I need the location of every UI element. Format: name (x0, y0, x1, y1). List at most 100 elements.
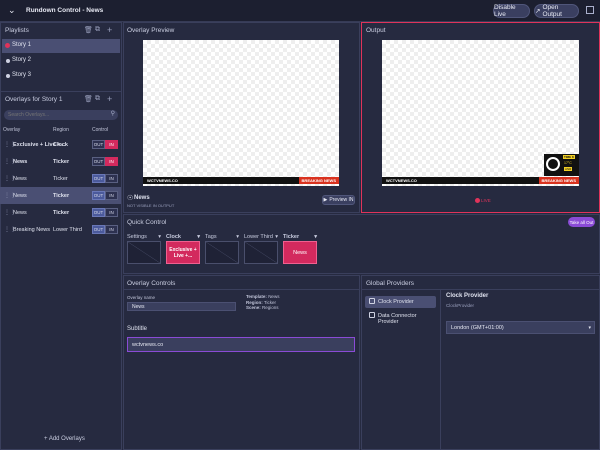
site-label: WCTVNEWS.CO (386, 178, 417, 183)
col-control: Control (92, 127, 109, 133)
table-row[interactable]: ⋮⋮ News Ticker OUT IN (0, 153, 121, 170)
in-button[interactable]: IN (105, 140, 118, 149)
copy-icon[interactable]: ⧉ (95, 95, 100, 103)
col-overlay: Overlay (3, 127, 21, 133)
qc-clock-item-label: Exclusive + Live +... (169, 246, 197, 259)
table-row[interactable]: ⋮⋮ Exclusive + Live +... Clock OUT IN (0, 136, 121, 153)
add-overlays-button[interactable]: + Add Overlays (44, 436, 85, 442)
search-input[interactable] (8, 111, 104, 119)
live-dot-icon (475, 198, 480, 203)
preview-in-button[interactable]: ▶ Preview IN (322, 195, 355, 205)
in-button[interactable]: IN (105, 191, 118, 200)
playlist-item[interactable]: Story 1 (2, 39, 120, 53)
chevron-down-icon: ▾ (275, 234, 278, 240)
qc-group-label[interactable]: Settings ▾ (127, 234, 161, 240)
provider-item[interactable]: Data Connector Provider (365, 310, 436, 325)
table-row[interactable]: ⋮⋮ News Ticker OUT IN (0, 187, 121, 204)
overlays-title: Overlays for Story 1 (5, 96, 63, 103)
trash-icon[interactable]: 🗑 (84, 95, 93, 103)
region-label: Region: (246, 299, 263, 305)
provider-item[interactable]: Clock Provider (365, 296, 436, 308)
qc-group-label[interactable]: Lower Third ▾ (244, 234, 278, 240)
col-region: Region (53, 127, 69, 133)
overlay-region: Lower Third (53, 226, 82, 233)
qc-empty-slot[interactable] (244, 241, 278, 264)
dot-icon (6, 59, 10, 63)
in-button[interactable]: IN (105, 157, 118, 166)
provider-detail-title: Clock Provider (446, 293, 489, 299)
qc-settings-label: Settings (127, 234, 147, 240)
chevron-down-icon: ▾ (158, 234, 161, 240)
timezone-value: London (GMT+01:00) (451, 324, 504, 331)
in-button[interactable]: IN (105, 225, 118, 234)
overlay-region: Ticker (53, 209, 70, 216)
lower-third-bar: WCTVNEWS.CO BREAKING NEWS (382, 177, 579, 184)
out-button[interactable]: OUT (92, 191, 105, 200)
provider-detail-sub: ClockProvider (446, 303, 475, 308)
breaking-news-label: BREAKING NEWS (538, 177, 579, 184)
overlay-name: News (13, 192, 27, 199)
output-title: Output (366, 27, 386, 34)
lower-third-bar: WCTVNEWS.CO BREAKING NEWS (143, 177, 339, 184)
qc-group-label[interactable]: Ticker ▾ (283, 234, 317, 240)
copy-icon[interactable]: ⧉ (95, 26, 100, 34)
overlay-name-field[interactable]: News (127, 302, 236, 311)
window-icon[interactable] (586, 6, 594, 14)
timezone-select[interactable]: London (GMT+01:00) ▾ (446, 321, 595, 334)
add-icon[interactable]: + (107, 25, 112, 35)
overlay-region: Clock (53, 141, 68, 148)
qc-empty-slot[interactable] (127, 241, 161, 264)
open-output-button[interactable]: ↗ Open Output (534, 4, 579, 18)
overlay-name: Breaking News (13, 226, 50, 233)
subtitle-field[interactable]: wctvnews.co (127, 337, 355, 352)
playlists-title: Playlists (5, 27, 29, 34)
scene-label: Scene: (246, 305, 261, 310)
open-output-label: Open Output (542, 4, 562, 18)
out-button[interactable]: OUT (92, 174, 105, 183)
clock-widget: TIME 8 17°C ANR (544, 154, 579, 176)
out-button[interactable]: OUT (92, 225, 105, 234)
qc-ticker-item[interactable]: News (283, 241, 317, 264)
qc-group-label[interactable]: Tags ▾ (205, 234, 239, 240)
overlay-name: News (13, 175, 27, 182)
overlay-controls-title: Overlay Controls (127, 280, 176, 287)
in-button[interactable]: IN (105, 174, 118, 183)
play-icon: ▶ (323, 197, 328, 203)
table-row[interactable]: ⋮⋮ Breaking News Lower Third OUT IN (0, 221, 121, 238)
out-button[interactable]: OUT (92, 140, 105, 149)
take-all-out-button[interactable]: Take all Out (568, 217, 595, 227)
out-button[interactable]: OUT (92, 157, 105, 166)
overlay-meta: Template: News Region: Ticker Scene: Reg… (246, 294, 279, 311)
clock-logo-icon (546, 157, 560, 171)
playlist-item[interactable]: Story 3 (2, 69, 120, 83)
overlay-search[interactable]: ⚲ (4, 110, 118, 120)
chevron-down-icon[interactable]: ⌄ (8, 5, 16, 16)
output-canvas: TIME 8 17°C ANR WCTVNEWS.CO BREAKING NEW… (382, 40, 579, 186)
table-row[interactable]: ⋮⋮ News Ticker OUT IN (0, 170, 121, 187)
preview-in-label: Preview IN (329, 197, 354, 203)
qc-clock-item[interactable]: Exclusive + Live +... (166, 241, 200, 264)
qc-tags-label: Tags (205, 234, 217, 240)
title-bar: ⌄ Rundown Control - News Disable Live ↗ … (0, 0, 600, 22)
overlay-region: Ticker (53, 158, 70, 165)
chevron-down-icon: ▾ (314, 234, 317, 240)
preview-overlay-name: News (134, 195, 150, 201)
disable-live-button[interactable]: Disable Live (493, 4, 530, 18)
qc-clock-label: Clock (166, 234, 181, 240)
qc-lower-third-label: Lower Third (244, 234, 273, 240)
qc-group-label[interactable]: Clock ▾ (166, 234, 200, 240)
chevron-down-icon: ▾ (588, 325, 591, 331)
out-button[interactable]: OUT (92, 208, 105, 217)
vertical-divider (440, 289, 441, 450)
table-row[interactable]: ⋮⋮ News Ticker OUT IN (0, 204, 121, 221)
live-dot-icon (5, 43, 10, 48)
add-icon[interactable]: + (107, 94, 112, 104)
qc-empty-slot[interactable] (205, 241, 239, 264)
chevron-down-icon: ▾ (197, 234, 200, 240)
divider (361, 289, 600, 290)
trash-icon[interactable]: 🗑 (84, 26, 93, 34)
playlist-item[interactable]: Story 2 (2, 54, 120, 68)
qc-ticker-item-label: News (293, 249, 307, 256)
in-button[interactable]: IN (105, 208, 118, 217)
external-link-icon: ↗ (535, 8, 541, 15)
